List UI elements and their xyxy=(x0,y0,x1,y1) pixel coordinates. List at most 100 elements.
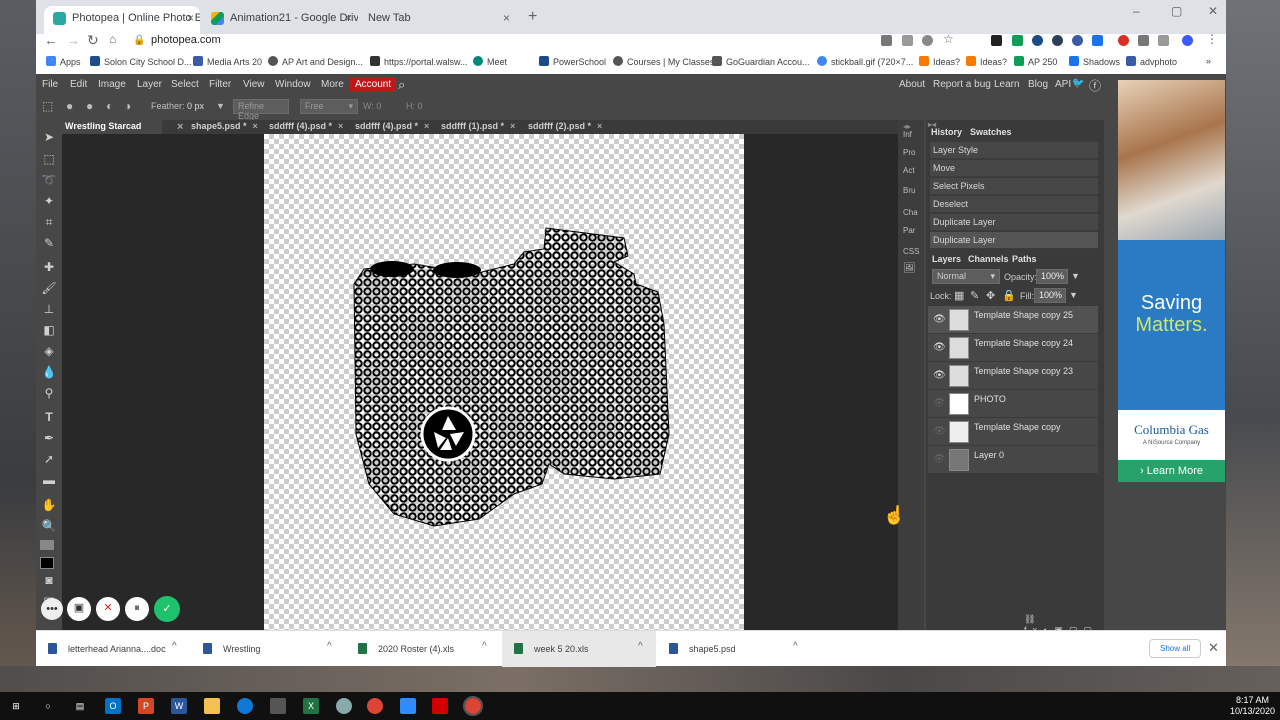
doc-tab-close-icon[interactable]: × xyxy=(424,121,429,131)
layer-row[interactable]: 👁 Template Shape copy 25 xyxy=(928,306,1098,334)
recorder-pause-icon[interactable]: ⏸ xyxy=(125,597,149,621)
twitter-icon[interactable]: 🐦 xyxy=(1072,78,1084,89)
hand-tool-icon[interactable]: ✋ xyxy=(41,498,57,512)
history-item[interactable]: Duplicate Layer xyxy=(930,232,1098,249)
marquee-tool-icon[interactable]: ⬚ xyxy=(41,152,57,166)
layer-row[interactable]: 👁 Template Shape copy xyxy=(928,418,1098,446)
bookmark-apps[interactable]: Apps xyxy=(46,56,81,67)
extension-icon[interactable] xyxy=(1032,35,1043,46)
account-button[interactable]: Account xyxy=(350,77,397,92)
visibility-eye-icon[interactable]: 👁 xyxy=(933,426,946,437)
menu-layer[interactable]: Layer xyxy=(137,79,162,90)
visibility-eye-icon[interactable]: 👁 xyxy=(933,454,946,465)
intersect-selection-icon[interactable]: ◑ xyxy=(124,99,131,113)
windows-start-icon[interactable]: ⊞ xyxy=(8,698,24,714)
close-window-button[interactable]: ✕ xyxy=(1208,4,1218,18)
download-item[interactable]: week 5 20.xls ^ xyxy=(502,631,656,667)
extension-icon[interactable] xyxy=(1012,35,1023,46)
doc-tab-close-icon[interactable]: × xyxy=(253,121,258,131)
ad-banner[interactable]: Saving Matters. Columbia Gas A NiSource … xyxy=(1118,80,1225,482)
subtract-selection-icon[interactable]: ◐ xyxy=(106,99,113,113)
bookmark-item[interactable]: GoGuardian Accou... xyxy=(712,56,810,67)
tab-swatches[interactable]: Swatches xyxy=(970,127,1012,137)
quick-mask-icon[interactable]: ◙ xyxy=(41,573,57,587)
chrome-active-icon[interactable] xyxy=(463,696,483,716)
chevron-up-icon[interactable]: ^ xyxy=(793,641,798,652)
doc-tab[interactable]: sddfff (4).psd * × xyxy=(352,120,432,134)
outlook-icon[interactable]: O xyxy=(105,698,121,714)
bookmark-item[interactable]: stickball.gif (720×7... xyxy=(817,56,913,67)
bookmark-item[interactable]: AP 250 xyxy=(1014,56,1057,67)
tab-layers[interactable]: Layers xyxy=(932,254,961,264)
zoom-tool-icon[interactable]: 🔍 xyxy=(41,519,57,533)
new-selection-icon[interactable]: ● xyxy=(66,99,73,113)
lock-transparency-icon[interactable]: ▦ xyxy=(954,289,964,302)
healing-brush-icon[interactable]: ✚ xyxy=(41,260,57,274)
bookmark-item[interactable]: advphoto xyxy=(1126,56,1177,67)
opacity-dropdown-icon[interactable]: ▼ xyxy=(1071,271,1080,281)
visibility-eye-icon[interactable]: 👁 xyxy=(933,314,946,325)
move-tool-icon[interactable]: ➤ xyxy=(41,130,57,144)
tab-photopea[interactable]: Photopea | Online Photo Editor × xyxy=(44,6,200,34)
canvas-workspace[interactable] xyxy=(62,134,898,630)
document-canvas[interactable] xyxy=(264,134,744,630)
tab-close-icon[interactable]: × xyxy=(187,6,194,30)
layer-row[interactable]: 👁 Layer 0 xyxy=(928,446,1098,474)
style-select[interactable]: Free ▾ xyxy=(300,99,358,114)
doc-tab[interactable]: sddfff (2).psd * × xyxy=(525,120,605,134)
chevron-up-icon[interactable]: ^ xyxy=(638,641,643,652)
eyedropper-icon[interactable]: ✎ xyxy=(41,236,57,250)
show-all-button[interactable]: Show all xyxy=(1149,639,1202,658)
menu-image[interactable]: Image xyxy=(98,79,126,90)
history-item[interactable]: Move xyxy=(930,160,1098,177)
search-icon[interactable]: ⌕ xyxy=(398,77,405,93)
layer-row[interactable]: 👁 Template Shape copy 23 xyxy=(928,362,1098,390)
url-text[interactable]: photopea.com xyxy=(151,34,221,46)
store-icon[interactable] xyxy=(270,698,286,714)
extension-icon[interactable] xyxy=(1158,35,1169,46)
bookmark-item[interactable]: PowerSchool xyxy=(539,56,606,67)
bookmark-item[interactable]: Meet xyxy=(473,56,507,67)
maximize-button[interactable]: ▢ xyxy=(1171,4,1182,18)
width-field[interactable]: W: 0 xyxy=(363,101,381,111)
shape-tool-icon[interactable]: ▬ xyxy=(41,473,57,487)
ad-learn-more-button[interactable]: › Learn More xyxy=(1118,460,1225,482)
doc-tab-close-icon[interactable]: × xyxy=(338,121,343,131)
marquee-tool-icon[interactable]: ⬚ xyxy=(42,99,53,113)
back-icon[interactable]: ← xyxy=(44,32,58,48)
panel-info[interactable]: Inf xyxy=(903,130,912,139)
menu-blog[interactable]: Blog xyxy=(1028,79,1048,90)
opacity-input[interactable]: 100% xyxy=(1036,269,1068,284)
brush-tool-icon[interactable]: 🖌 xyxy=(41,281,57,295)
feather-input[interactable]: 0 px xyxy=(187,101,204,111)
file-explorer-icon[interactable] xyxy=(204,698,220,714)
menu-api[interactable]: API xyxy=(1055,79,1071,90)
extension-icon[interactable] xyxy=(991,35,1002,46)
zoom-icon[interactable] xyxy=(922,35,933,46)
menu-more[interactable]: More xyxy=(321,79,344,90)
forward-icon[interactable]: → xyxy=(66,32,80,48)
extensions-puzzle-icon[interactable] xyxy=(1138,35,1149,46)
bookmark-item[interactable]: Ideas? xyxy=(966,56,1007,67)
menu-about[interactable]: About xyxy=(899,79,925,90)
clone-stamp-icon[interactable]: ⊥ xyxy=(41,302,57,316)
crop-tool-icon[interactable]: ⌗ xyxy=(41,215,57,229)
edge-icon[interactable] xyxy=(237,698,253,714)
image-icon[interactable]: 🖼 xyxy=(903,263,916,274)
download-item[interactable]: shape5.psd ^ xyxy=(657,631,811,667)
bookmark-item[interactable]: Courses | My Classes xyxy=(613,56,714,67)
panel-brush[interactable]: Bru xyxy=(903,186,915,195)
profile-avatar-icon[interactable] xyxy=(1182,35,1193,46)
doc-tab-close-icon[interactable]: × xyxy=(174,120,186,134)
recorder-more-icon[interactable]: ••• xyxy=(41,598,63,620)
extension-icon[interactable] xyxy=(1052,35,1063,46)
bucket-icon[interactable]: ◈ xyxy=(41,344,57,358)
recorder-webcam-icon[interactable]: ▣ xyxy=(67,597,91,621)
camera-icon[interactable] xyxy=(881,35,892,46)
download-item[interactable]: letterhead Arianna....doc ^ xyxy=(36,631,190,667)
download-item[interactable]: 2020 Roster (4).xls ^ xyxy=(346,631,500,667)
layer-row[interactable]: 👁 PHOTO xyxy=(928,390,1098,418)
task-view-icon[interactable]: ▤ xyxy=(72,698,88,714)
more-bookmarks-icon[interactable]: » xyxy=(1206,56,1211,66)
lock-position-icon[interactable]: ✥ xyxy=(986,289,995,302)
